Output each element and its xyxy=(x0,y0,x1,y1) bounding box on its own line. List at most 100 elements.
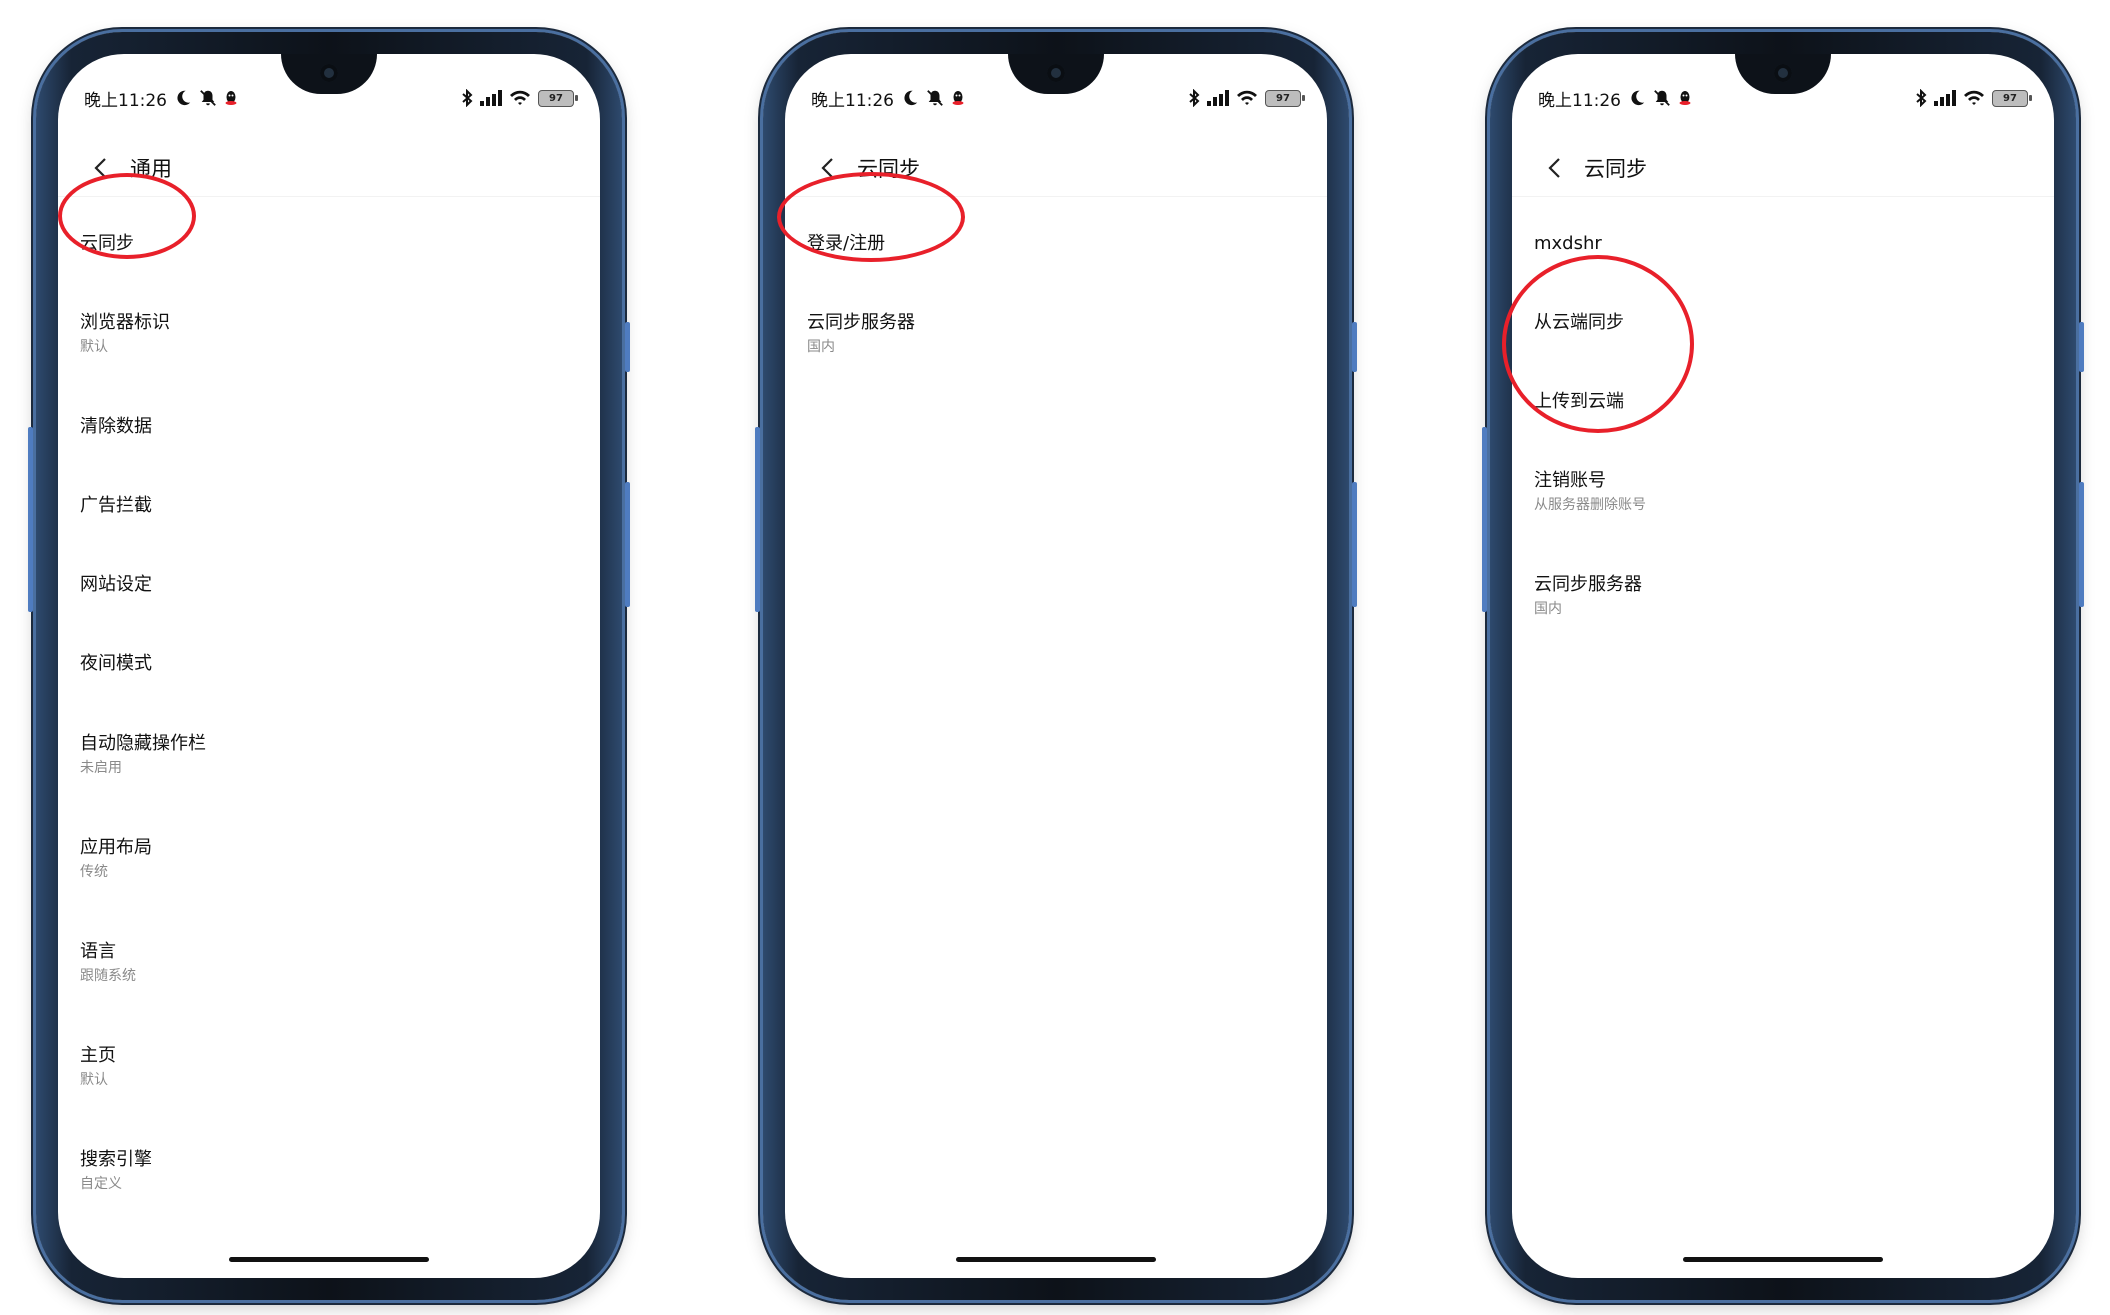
battery-icon: 97 xyxy=(538,89,578,107)
battery-icon: 97 xyxy=(1992,89,2032,107)
list-item-clear-data[interactable]: 清除数据 xyxy=(80,414,578,440)
item-subtitle: 从服务器删除账号 xyxy=(1534,497,1646,513)
moon-icon xyxy=(174,87,192,109)
wifi-icon xyxy=(1236,87,1258,109)
list-item-login-register[interactable]: 登录/注册 xyxy=(807,231,1305,257)
list-item-sync-from-cloud[interactable]: 从云端同步 xyxy=(1534,310,2032,336)
signal-icon xyxy=(1207,87,1229,109)
list-item-auto-hide-toolbar[interactable]: 自动隐藏操作栏 未启用 xyxy=(80,731,578,779)
app-header: 云同步 xyxy=(1512,140,2054,197)
item-title: 云同步 xyxy=(80,233,134,254)
screen: 晚上11:26 xyxy=(58,54,600,1278)
item-title: 上传到云端 xyxy=(1534,391,1624,412)
item-title: 自动隐藏操作栏 xyxy=(80,733,206,754)
chevron-left-icon xyxy=(821,158,833,178)
home-indicator[interactable] xyxy=(956,1257,1156,1262)
item-title: 从云端同步 xyxy=(1534,312,1624,333)
list-item-cloud-sync[interactable]: 云同步 xyxy=(80,231,578,257)
item-title: 主页 xyxy=(80,1045,116,1066)
item-title: 夜间模式 xyxy=(80,653,152,674)
phone-general-settings: 晚上11:26 97 通用 云同步 浏览器标识 默认 清除数据 广告拦截 网站设… xyxy=(28,32,630,1300)
item-title: 浏览器标识 xyxy=(80,312,170,333)
wifi-icon xyxy=(1963,87,1985,109)
list-item-site-settings[interactable]: 网站设定 xyxy=(80,572,578,598)
list-item-ad-block[interactable]: 广告拦截 xyxy=(80,493,578,519)
bluetooth-icon xyxy=(1188,87,1200,109)
power-button xyxy=(1352,322,1357,372)
item-title: 云同步服务器 xyxy=(1534,574,1642,595)
qq-icon xyxy=(224,87,238,109)
app-header: 通用 xyxy=(58,140,600,197)
signal-icon xyxy=(480,87,502,109)
side-button xyxy=(28,427,33,612)
power-button xyxy=(625,322,630,372)
power-button xyxy=(2079,322,2084,372)
wifi-icon xyxy=(509,87,531,109)
side-button xyxy=(1482,427,1487,612)
home-indicator[interactable] xyxy=(229,1257,429,1262)
item-subtitle: 默认 xyxy=(80,339,108,355)
item-title: 应用布局 xyxy=(80,837,152,858)
front-camera xyxy=(1047,64,1065,82)
qq-icon xyxy=(951,87,965,109)
volume-button xyxy=(1352,482,1357,607)
bell-off-icon xyxy=(926,87,944,109)
battery-icon: 97 xyxy=(1265,89,1305,107)
moon-icon xyxy=(1628,87,1646,109)
list-item-sync-server[interactable]: 云同步服务器 国内 xyxy=(807,310,1305,358)
list-item-night-mode[interactable]: 夜间模式 xyxy=(80,651,578,677)
chevron-left-icon xyxy=(94,158,106,178)
status-bar: 晚上11:26 97 xyxy=(84,82,578,114)
list-item-delete-account[interactable]: 注销账号 从服务器删除账号 xyxy=(1534,468,2032,516)
page-title: 云同步 xyxy=(857,157,920,181)
chevron-left-icon xyxy=(1548,158,1560,178)
bell-off-icon xyxy=(199,87,217,109)
volume-button xyxy=(625,482,630,607)
page-title: 通用 xyxy=(130,157,172,181)
item-title: 网站设定 xyxy=(80,574,152,595)
list-item-upload-to-cloud[interactable]: 上传到云端 xyxy=(1534,389,2032,415)
item-title: 清除数据 xyxy=(80,416,152,437)
status-time: 晚上11:26 xyxy=(1538,90,1621,111)
signal-icon xyxy=(1934,87,1956,109)
item-subtitle: 国内 xyxy=(807,339,835,355)
side-button xyxy=(755,427,760,612)
list-item-sync-server[interactable]: 云同步服务器 国内 xyxy=(1534,572,2032,620)
front-camera xyxy=(1774,64,1792,82)
item-subtitle: 跟随系统 xyxy=(80,968,136,984)
back-button[interactable] xyxy=(807,148,847,188)
home-indicator[interactable] xyxy=(1683,1257,1883,1262)
bluetooth-icon xyxy=(461,87,473,109)
phone-cloud-sync-account: 晚上11:26 97 云同步 mxdshr 从云端同步 上传到云端 注销账号 从… xyxy=(1482,32,2084,1300)
item-title: 搜索引擎 xyxy=(80,1149,152,1170)
bell-off-icon xyxy=(1653,87,1671,109)
phone-cloud-sync-login: 晚上11:26 97 云同步 登录/注册 云同步服务器 国内 xyxy=(755,32,1357,1300)
list-item-language[interactable]: 语言 跟随系统 xyxy=(80,939,578,987)
item-title: 广告拦截 xyxy=(80,495,152,516)
back-button[interactable] xyxy=(1534,148,1574,188)
back-button[interactable] xyxy=(80,148,120,188)
front-camera xyxy=(320,64,338,82)
list-item-search-engine[interactable]: 搜索引擎 自定义 xyxy=(80,1147,578,1195)
bluetooth-icon xyxy=(1915,87,1927,109)
item-title: mxdshr xyxy=(1534,233,1602,254)
status-bar: 晚上11:26 97 xyxy=(1538,82,2032,114)
qq-icon xyxy=(1678,87,1692,109)
status-bar: 晚上11:26 97 xyxy=(811,82,1305,114)
volume-button xyxy=(2079,482,2084,607)
page-title: 云同步 xyxy=(1584,157,1647,181)
item-title: 云同步服务器 xyxy=(807,312,915,333)
app-header: 云同步 xyxy=(785,140,1327,197)
screen: 晚上11:26 xyxy=(785,54,1327,1278)
item-subtitle: 默认 xyxy=(80,1072,108,1088)
item-title: 注销账号 xyxy=(1534,470,1606,491)
item-title: 语言 xyxy=(80,941,116,962)
list-item-app-layout[interactable]: 应用布局 传统 xyxy=(80,835,578,883)
item-title: 登录/注册 xyxy=(807,233,886,254)
item-subtitle: 国内 xyxy=(1534,601,1562,617)
list-item-homepage[interactable]: 主页 默认 xyxy=(80,1043,578,1091)
list-item-account-name[interactable]: mxdshr xyxy=(1534,231,2032,257)
item-subtitle: 未启用 xyxy=(80,760,122,776)
list-item-browser-ua[interactable]: 浏览器标识 默认 xyxy=(80,310,578,358)
status-time: 晚上11:26 xyxy=(811,90,894,111)
